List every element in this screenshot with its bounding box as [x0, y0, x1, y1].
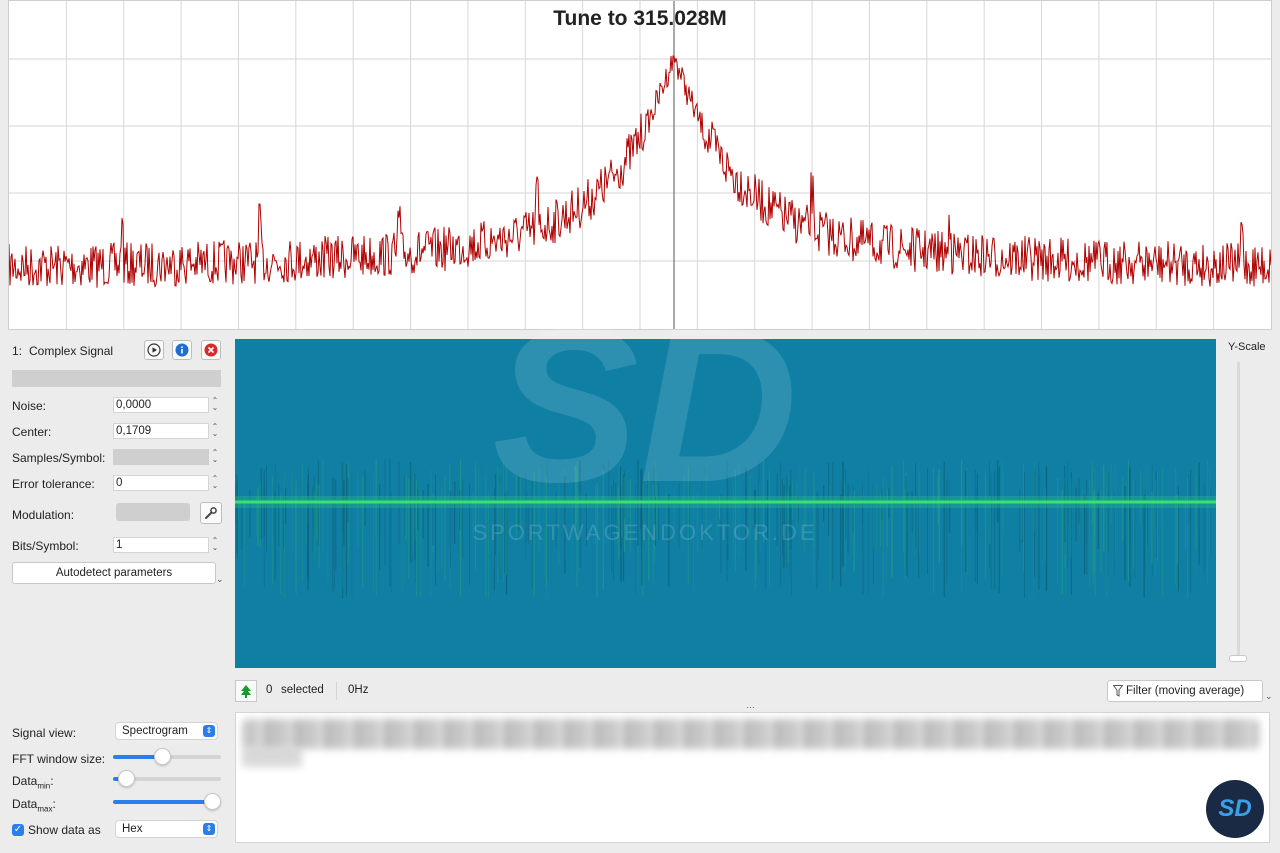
- fft-graph: [9, 1, 1271, 329]
- samples-per-symbol-label: Samples/Symbol:: [12, 451, 106, 465]
- info-button[interactable]: [172, 340, 192, 360]
- show-data-value: Hex: [122, 823, 143, 835]
- data-min-slider[interactable]: [113, 770, 221, 787]
- autodetect-label: Autodetect parameters: [55, 567, 173, 579]
- data-min-label: Datamin:: [12, 774, 54, 791]
- show-data-select[interactable]: Hex ⇕: [115, 820, 218, 838]
- selected-count: 0: [266, 684, 273, 696]
- show-data-checkbox[interactable]: ✓: [12, 824, 24, 836]
- bits-per-symbol-input[interactable]: 1: [113, 537, 209, 553]
- bits-per-symbol-stepper[interactable]: ⌃ ⌄: [210, 537, 220, 553]
- filter-icon: [1113, 685, 1123, 697]
- data-max-slider[interactable]: [113, 793, 222, 810]
- autodetect-dropdown-icon[interactable]: ⌄: [216, 574, 224, 585]
- slider-fill: [113, 800, 213, 804]
- fft-plot[interactable]: Tune to 315.028M: [8, 0, 1272, 330]
- center-stepper[interactable]: ⌃ ⌄: [210, 423, 220, 439]
- tree-button[interactable]: [235, 680, 257, 702]
- splitter-handle[interactable]: …: [746, 700, 755, 710]
- blurred-data-text: [242, 719, 1259, 749]
- spectrogram-image: [235, 459, 1216, 599]
- samples-per-symbol-input[interactable]: [113, 449, 209, 465]
- close-icon: [204, 343, 218, 357]
- chevron-updown-icon: ⇕: [203, 725, 215, 737]
- error-tolerance-input[interactable]: 0: [113, 475, 209, 491]
- play-icon: [147, 343, 161, 357]
- slider-knob[interactable]: [204, 793, 222, 810]
- separator: [336, 682, 337, 700]
- spectrogram-view[interactable]: [235, 339, 1216, 668]
- signal-panel: 1: Complex Signal Noise: 0,0000 ⌃ ⌄ Cente…: [0, 336, 230, 853]
- signal-index: 1:: [12, 344, 23, 358]
- tree-icon: [241, 685, 251, 698]
- noise-input[interactable]: 0,0000: [113, 397, 209, 413]
- noise-label: Noise:: [12, 399, 47, 413]
- error-tolerance-stepper[interactable]: ⌃ ⌄: [210, 475, 220, 491]
- center-input[interactable]: 0,1709: [113, 423, 209, 439]
- fft-window-label: FFT window size:: [12, 752, 106, 766]
- samples-per-symbol-stepper[interactable]: ⌃ ⌄: [210, 449, 220, 465]
- noise-stepper[interactable]: ⌃ ⌄: [210, 397, 220, 413]
- error-tolerance-label: Error tolerance:: [12, 477, 95, 491]
- y-scale-slider[interactable]: [1229, 362, 1247, 662]
- modulation-label: Modulation:: [12, 508, 75, 522]
- play-button[interactable]: [144, 340, 164, 360]
- signal-view-value: Spectrogram: [122, 725, 188, 737]
- selected-label: selected: [281, 684, 324, 696]
- autodetect-button[interactable]: Autodetect parameters: [12, 562, 216, 584]
- signal-view-select[interactable]: Spectrogram ⇕: [115, 722, 218, 740]
- show-data-label: Show data as: [28, 823, 101, 837]
- y-scale-label: Y-Scale: [1228, 341, 1266, 353]
- info-icon: [175, 343, 189, 357]
- modulation-field[interactable]: [116, 503, 190, 521]
- filter-label: Filter (moving average): [1126, 685, 1245, 697]
- blurred-data-text: [242, 747, 302, 767]
- close-signal-button[interactable]: [201, 340, 221, 360]
- slider-knob[interactable]: [117, 770, 135, 787]
- center-label: Center:: [12, 425, 52, 439]
- fft-window-slider[interactable]: [113, 748, 221, 765]
- frequency-readout: 0Hz: [348, 684, 369, 696]
- data-max-label: Datamax:: [12, 797, 56, 814]
- slider-knob[interactable]: [1229, 655, 1247, 662]
- filter-button[interactable]: Filter (moving average): [1107, 680, 1263, 702]
- modulation-settings-button[interactable]: [200, 502, 222, 524]
- signal-view-label: Signal view:: [12, 726, 77, 740]
- signal-name[interactable]: Complex Signal: [29, 344, 113, 358]
- data-view[interactable]: [235, 712, 1270, 843]
- bits-per-symbol-label: Bits/Symbol:: [12, 539, 79, 553]
- filter-dropdown-icon[interactable]: ⌄: [1265, 691, 1273, 702]
- chevron-updown-icon: ⇕: [203, 823, 215, 835]
- wrench-icon: [205, 507, 217, 519]
- slider-knob[interactable]: [153, 748, 171, 765]
- brand-logo: SD: [1206, 780, 1264, 838]
- fft-title: Tune to 315.028M: [553, 7, 727, 30]
- signal-progress-bar: [12, 370, 221, 387]
